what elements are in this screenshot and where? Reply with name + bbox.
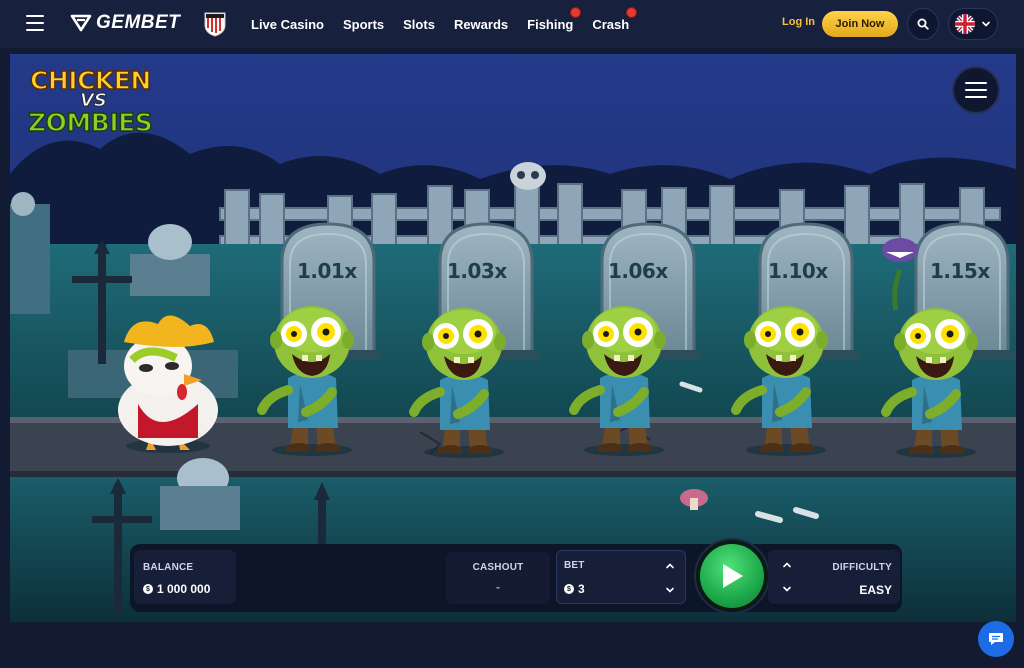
search-icon <box>917 18 929 30</box>
bet-value: 3 <box>578 582 585 596</box>
difficulty-down-button[interactable] <box>774 578 800 600</box>
balance-value-row: $ 1 000 000 <box>143 582 210 596</box>
hot-badge-icon <box>570 6 582 18</box>
cashout-label: CASHOUT <box>472 562 524 573</box>
difficulty-label: DIFFICULTY <box>832 562 892 573</box>
gembet-logo[interactable]: GEMBET <box>70 12 180 34</box>
bet-value-row[interactable]: $ 3 <box>564 582 585 596</box>
game-frame: 1.01x 1.03x 1.06x 1.10x 1.15x CHICKEN VS… <box>10 54 1016 622</box>
search-button[interactable] <box>907 8 939 40</box>
difficulty-panel: DIFFICULTY EASY <box>768 550 900 604</box>
coin-icon: $ <box>143 584 153 594</box>
gem-logo-icon <box>70 14 92 32</box>
nav-crash[interactable]: Crash <box>592 6 638 32</box>
nav-fishing-label: Fishing <box>527 16 574 32</box>
nav-crash-label: Crash <box>592 16 630 32</box>
play-button[interactable] <box>696 540 768 612</box>
logo-line-2: ZOMBIES <box>27 107 153 138</box>
hamburger-menu-icon[interactable] <box>26 15 44 31</box>
hot-badge-icon <box>626 6 638 18</box>
uk-flag-icon <box>955 14 975 34</box>
chevron-up-icon <box>783 562 791 568</box>
chevron-up-icon <box>666 563 674 569</box>
balance-value: 1 000 000 <box>157 582 211 596</box>
join-now-button[interactable]: Join Now <box>822 11 898 37</box>
balance-panel: BALANCE $ 1 000 000 <box>134 550 236 604</box>
bet-label: BET <box>564 560 585 571</box>
cashout-value: - <box>496 580 500 594</box>
bet-increase-button[interactable] <box>657 555 683 577</box>
chicken-vs-zombies-logo: CHICKEN VS ZOMBIES <box>27 64 158 144</box>
multiplier-label: 1.15x <box>930 259 990 283</box>
difficulty-value[interactable]: EASY <box>859 583 892 597</box>
chat-icon <box>989 633 1003 645</box>
nav-sports[interactable]: Sports <box>343 17 384 32</box>
difficulty-up-button[interactable] <box>774 554 800 576</box>
bet-decrease-button[interactable] <box>657 579 683 601</box>
multiplier-label: 1.06x <box>608 259 668 283</box>
game-menu-button[interactable] <box>952 66 1000 114</box>
nav-rewards[interactable]: Rewards <box>454 17 508 32</box>
play-icon <box>723 564 743 588</box>
chevron-down-icon <box>783 586 791 592</box>
club-crest-icon[interactable] <box>203 11 227 37</box>
logo-text: GEMBET <box>96 12 181 33</box>
balance-label: BALANCE <box>143 562 194 573</box>
nav-slots[interactable]: Slots <box>403 17 435 32</box>
language-selector[interactable] <box>948 8 998 40</box>
nav-live-casino[interactable]: Live Casino <box>251 17 324 32</box>
nav-fishing[interactable]: Fishing <box>527 6 582 32</box>
game-scene[interactable] <box>10 54 1016 622</box>
main-nav: Live Casino Sports Slots Rewards Fishing… <box>251 0 648 48</box>
multiplier-label: 1.03x <box>447 259 507 283</box>
chevron-down-icon <box>982 21 990 27</box>
multiplier-label: 1.10x <box>768 259 828 283</box>
control-bar: BALANCE $ 1 000 000 CASHOUT - BET $ 3 DI… <box>130 540 910 614</box>
live-chat-button[interactable] <box>978 621 1014 657</box>
cashout-panel[interactable]: CASHOUT - <box>446 552 550 604</box>
chevron-down-icon <box>666 587 674 593</box>
top-navigation-bar: GEMBET Live Casino Sports Slots Rewards … <box>0 0 1024 48</box>
coin-icon: $ <box>564 584 574 594</box>
login-link[interactable]: Log In <box>782 16 815 28</box>
multiplier-label: 1.01x <box>297 259 357 283</box>
bet-panel: BET $ 3 <box>556 550 686 604</box>
